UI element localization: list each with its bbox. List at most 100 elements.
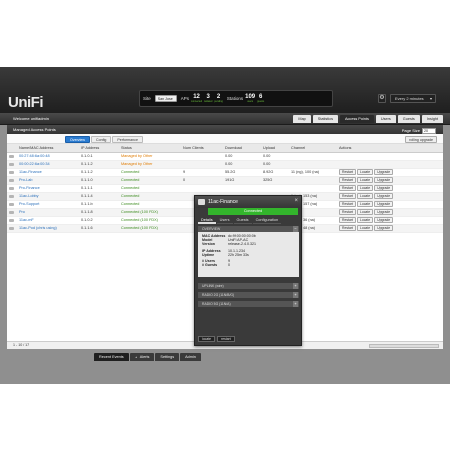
restart-button[interactable]: Restart [339, 225, 356, 231]
ap-status: Connected [119, 168, 181, 177]
tab-popup-users[interactable]: Users [216, 217, 233, 224]
refresh-interval-select[interactable]: Every 2 minutes ▾ [390, 94, 436, 103]
ap-name[interactable]: 11ac-Pod (chris using) [17, 224, 79, 233]
ap-ip: 0.1.1.b [79, 200, 119, 209]
ap-clients: 0 [181, 176, 223, 185]
rolling-upgrade-button[interactable]: rolling upgrade [405, 136, 437, 143]
upgrade-button[interactable]: Upgrade [374, 201, 394, 207]
restart-button[interactable]: Restart [339, 177, 356, 183]
radio-5g-section-header[interactable]: RADIO 5G (11N/A) + [198, 301, 299, 307]
ap-upload: 0.00 [261, 160, 289, 169]
gear-icon[interactable]: ⚙ [378, 94, 386, 103]
expand-icon[interactable]: + [293, 283, 298, 289]
ap-ip: 0.1.1.8 [79, 208, 119, 217]
ap-upload: 325G [261, 176, 289, 185]
locate-button[interactable]: Locate [356, 169, 374, 175]
popup-title-bar[interactable]: 11ac-Finance × [195, 196, 301, 208]
restart-button[interactable]: Restart [339, 169, 356, 175]
ap-name[interactable]: 00:27:48:6a:00:48 [17, 152, 79, 161]
col-name[interactable]: Name/MAC Address [17, 144, 79, 153]
expand-icon[interactable]: + [293, 301, 298, 307]
tab-popup-guests[interactable]: Guests [233, 217, 252, 224]
locate-button[interactable]: locate [198, 336, 216, 342]
upgrade-button[interactable]: Upgrade [374, 209, 394, 215]
tab-overview[interactable]: Overview [65, 136, 90, 143]
ap-ip: 0.1.0.1 [79, 152, 119, 161]
ap-name[interactable]: 11ac-mF [17, 216, 79, 225]
col-download[interactable]: Download [223, 144, 261, 153]
tab-configuration[interactable]: Configuration [252, 217, 282, 224]
ap-name[interactable]: Pro-Support [17, 200, 79, 209]
restart-button[interactable]: Restart [339, 185, 356, 191]
tab-config[interactable]: Config [90, 136, 112, 143]
locate-button[interactable]: Locate [356, 209, 374, 215]
ap-clients: 9 [181, 168, 223, 177]
ap-download: 55.2G [223, 168, 261, 177]
close-icon[interactable]: × [294, 197, 298, 206]
disconnected-sub: isolated [204, 100, 213, 103]
locate-button[interactable]: Locate [356, 225, 374, 231]
upgrade-button[interactable]: Upgrade [374, 185, 394, 191]
ap-name[interactable]: Pro [17, 208, 79, 217]
tab-alerts[interactable]: ▲ Alerts [129, 353, 155, 361]
ap-actions: Restart Locate Upgrade [337, 192, 443, 201]
col-channel[interactable]: Channel [289, 144, 337, 153]
radio-2g-section-header[interactable]: RADIO 2G (11N/B/G) + [198, 292, 299, 298]
restart-button[interactable]: Restart [339, 201, 356, 207]
upgrade-button[interactable]: Upgrade [374, 177, 394, 183]
locate-button[interactable]: Locate [356, 217, 374, 223]
locate-button[interactable]: Locate [356, 201, 374, 207]
table-row[interactable]: Pro-Lab 0.1.1.0 Connected 0 191G 325G Restart L… [7, 176, 443, 185]
locate-button[interactable]: Locate [356, 185, 374, 191]
horizontal-scrollbar[interactable] [369, 344, 439, 348]
upgrade-button[interactable]: Upgrade [374, 225, 394, 231]
site-select[interactable]: San Jose [154, 95, 177, 102]
status-badge: Connected [208, 208, 298, 215]
restart-button[interactable]: restart [217, 336, 235, 342]
ap-name[interactable]: Pro-Lab [17, 176, 79, 185]
table-row[interactable]: 00:00:22:6a:00:34 0.1.1.2 Managed by Other… [7, 160, 443, 169]
col-status[interactable]: Status [119, 144, 181, 153]
expand-icon[interactable]: + [293, 292, 298, 298]
restart-button[interactable]: Restart [339, 193, 356, 199]
locate-button[interactable]: Locate [356, 193, 374, 199]
col-ip[interactable]: IP Address [79, 144, 119, 153]
ap-name[interactable]: 00:00:22:6a:00:34 [17, 160, 79, 169]
stations-stat: Stations 109 users 6 guests [227, 94, 264, 103]
tab-performance[interactable]: Performance [112, 136, 143, 143]
tab-recent-events[interactable]: Recent Events [94, 353, 129, 361]
tab-admin[interactable]: Admin [180, 353, 201, 361]
tab-details[interactable]: Details [198, 217, 216, 224]
tab-statistics[interactable]: Statistics [312, 115, 338, 123]
ap-channel [289, 184, 337, 193]
ap-name[interactable]: 11ac-Lobby [17, 192, 79, 201]
access-point-icon [9, 194, 14, 198]
table-row[interactable]: Pro-Finance 0.1.1.1 Connected Restart Locate… [7, 184, 443, 193]
table-row[interactable]: 11ac-Finance 0.1.1.2 Connected 9 55.2G 8.92G 1… [7, 168, 443, 177]
tab-map[interactable]: Map [293, 115, 311, 123]
ap-icon [7, 216, 17, 225]
ap-ip: 0.1.1.6 [79, 224, 119, 233]
ap-icon [7, 208, 17, 217]
locate-button[interactable]: Locate [356, 177, 374, 183]
restart-button[interactable]: Restart [339, 217, 356, 223]
ap-name[interactable]: 11ac-Finance [17, 168, 79, 177]
tab-insight[interactable]: Insight [421, 115, 443, 123]
upgrade-button[interactable]: Upgrade [374, 217, 394, 223]
col-clients[interactable]: Num Clients [181, 144, 223, 153]
tab-access-points[interactable]: Access Points [340, 115, 374, 123]
upgrade-button[interactable]: Upgrade [374, 193, 394, 199]
col-upload[interactable]: Upload [261, 144, 289, 153]
ap-icon [7, 184, 17, 193]
tab-settings[interactable]: Settings [155, 353, 180, 361]
ap-name[interactable]: Pro-Finance [17, 184, 79, 193]
tab-guests[interactable]: Guests [397, 115, 420, 123]
uplink-section-header[interactable]: UPLINK (wire) + [198, 283, 299, 289]
table-row[interactable]: 00:27:48:6a:00:48 0.1.0.1 Managed by Other… [7, 152, 443, 161]
ap-icon [7, 192, 17, 201]
restart-button[interactable]: Restart [339, 209, 356, 215]
access-point-icon [9, 162, 14, 166]
page-size-select[interactable]: 20 [422, 127, 436, 134]
tab-users[interactable]: Users [375, 115, 396, 123]
upgrade-button[interactable]: Upgrade [374, 169, 394, 175]
